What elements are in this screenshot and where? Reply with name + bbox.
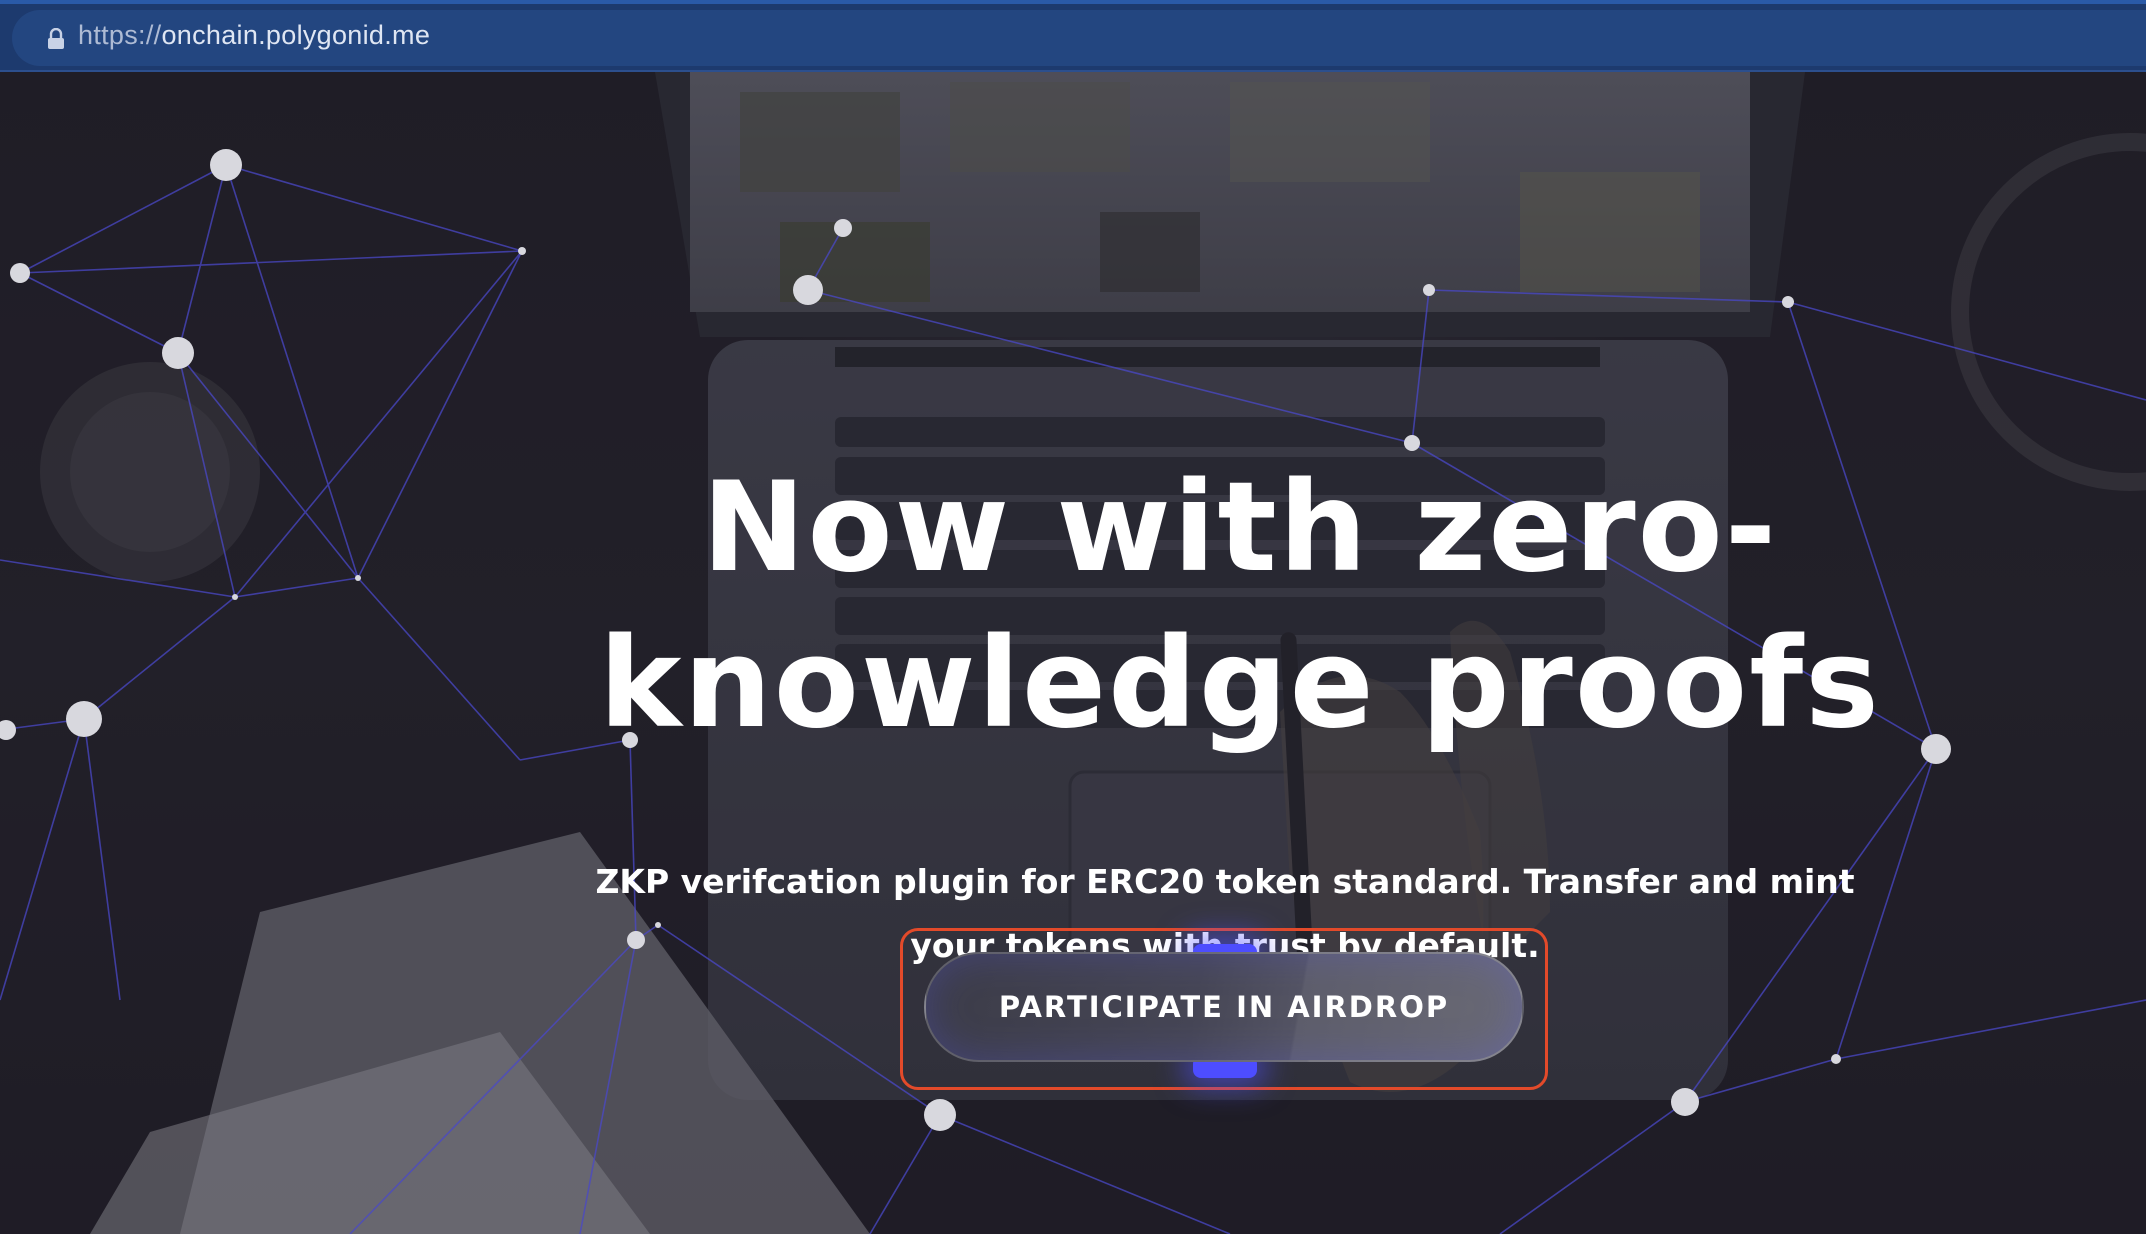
headline-line-2: knowledge proofs [599,612,1881,756]
url-host: onchain.polygonid.me [161,20,431,50]
hero-headline: Now with zero- knowledge proofs [440,450,2040,762]
browser-address-bar: https://onchain.polygonid.me [0,0,2146,72]
lock-icon [48,28,64,49]
url-field[interactable]: https://onchain.polygonid.me [12,10,2146,66]
url-text: https://onchain.polygonid.me [78,20,430,51]
headline-line-1: Now with zero- [701,456,1779,600]
url-scheme: https:// [78,20,162,50]
participate-in-airdrop-button[interactable]: PARTICIPATE IN AIRDROP [924,952,1524,1062]
